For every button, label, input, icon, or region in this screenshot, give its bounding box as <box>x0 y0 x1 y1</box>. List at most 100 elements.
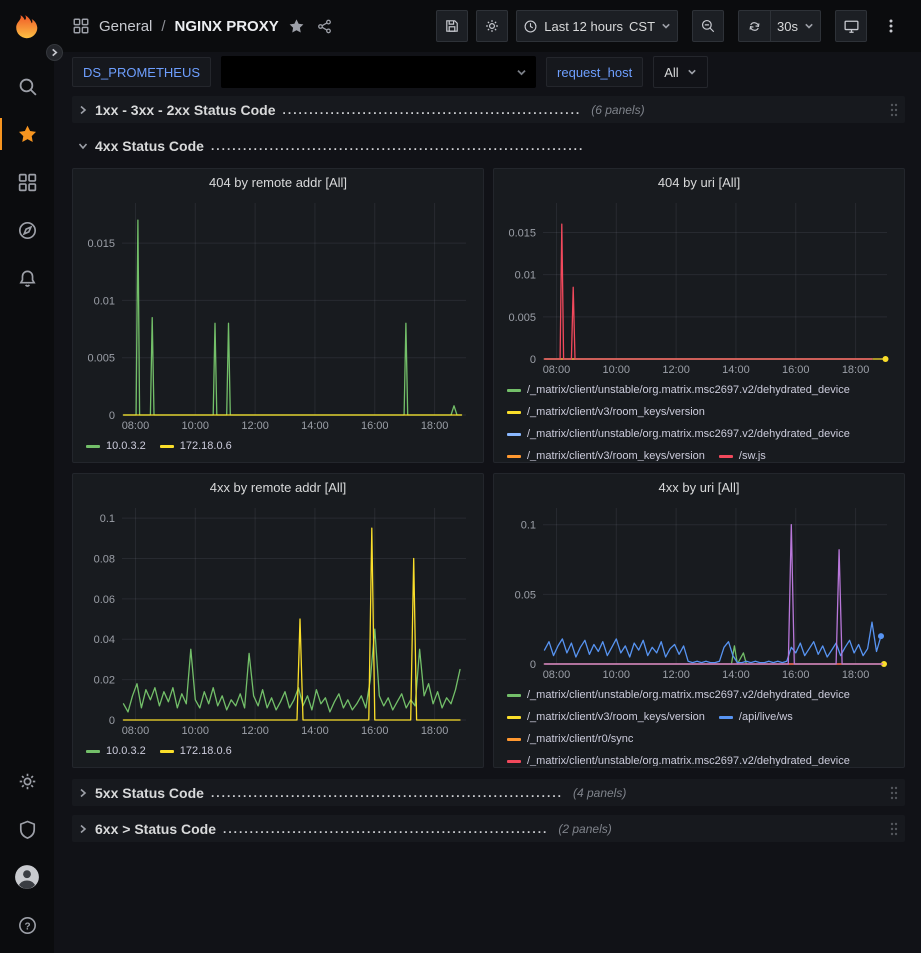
panel-title[interactable]: 404 by remote addr [All] <box>209 171 347 195</box>
svg-text:10:00: 10:00 <box>182 725 210 737</box>
dashboard-row-4xx[interactable]: 4xx Status Code ........................… <box>72 132 905 159</box>
row-title: 6xx > Status Code <box>95 821 216 837</box>
svg-text:12:00: 12:00 <box>662 364 690 376</box>
variable-datasource-value[interactable] <box>221 56 536 88</box>
sidebar-item-server-admin[interactable] <box>0 805 54 853</box>
svg-text:0.015: 0.015 <box>87 238 115 250</box>
variables-bar: DS_PROMETHEUS request_host All <box>54 52 921 92</box>
legend-item[interactable]: 10.0.3.2 <box>86 740 146 762</box>
legend-swatch <box>507 455 521 458</box>
legend-item[interactable]: /sw.js <box>719 445 766 461</box>
variable-datasource-label[interactable]: DS_PROMETHEUS <box>72 57 211 87</box>
sidebar-item-dashboards[interactable] <box>0 158 54 206</box>
svg-text:0: 0 <box>530 659 536 671</box>
svg-text:14:00: 14:00 <box>722 669 750 681</box>
svg-text:12:00: 12:00 <box>241 725 269 737</box>
legend-item[interactable]: /_matrix/client/unstable/org.matrix.msc2… <box>507 750 850 766</box>
avatar <box>14 864 40 890</box>
svg-text:12:00: 12:00 <box>241 420 269 432</box>
legend-item[interactable]: /_matrix/client/v3/room_keys/version <box>507 401 705 423</box>
variable-request-host-value-text: All <box>664 65 678 80</box>
svg-text:18:00: 18:00 <box>842 364 870 376</box>
favorite-star-icon[interactable] <box>288 18 305 35</box>
svg-text:18:00: 18:00 <box>842 669 870 681</box>
dashboard-row-1xx-3xx-2xx[interactable]: 1xx - 3xx - 2xx Status Code ............… <box>72 96 905 123</box>
row-drag-handle[interactable] <box>889 785 899 801</box>
save-dashboard-button[interactable] <box>436 10 468 42</box>
legend-label: /_matrix/client/unstable/org.matrix.msc2… <box>527 755 850 766</box>
panel-404-by-uri: 404 by uri [All] 08:0010:0012:0014:0016:… <box>493 168 905 463</box>
share-icon[interactable] <box>316 18 333 35</box>
svg-text:08:00: 08:00 <box>543 669 571 681</box>
chart-legend: 10.0.3.2 172.18.0.6 <box>80 433 476 460</box>
sidebar-item-configuration[interactable] <box>0 757 54 805</box>
chevron-right-icon <box>50 48 59 57</box>
tv-icon <box>843 18 860 35</box>
sidebar-item-starred[interactable] <box>0 110 54 158</box>
legend-item[interactable]: /api/live/ws <box>719 706 793 728</box>
legend-label: /_matrix/client/r0/sync <box>527 733 633 745</box>
sidebar-item-profile[interactable] <box>0 853 54 901</box>
legend-item[interactable]: /_matrix/client/r0/sync <box>507 728 633 750</box>
cycle-view-mode-button[interactable] <box>835 10 867 42</box>
dashboard-row-6xx[interactable]: 6xx > Status Code ......................… <box>72 815 905 842</box>
svg-text:0.01: 0.01 <box>94 295 115 307</box>
dashboards-icon <box>17 172 38 193</box>
gear-icon <box>484 18 500 34</box>
help-icon: ? <box>17 915 38 936</box>
grafana-logo[interactable] <box>0 0 54 52</box>
variable-request-host-value[interactable]: All <box>653 56 707 88</box>
bell-icon <box>17 268 38 289</box>
row-drag-handle[interactable] <box>889 821 899 837</box>
legend-item[interactable]: /_matrix/client/v3/room_keys/version <box>507 706 705 728</box>
svg-text:0.06: 0.06 <box>94 594 115 606</box>
zoom-out-button[interactable] <box>692 10 724 42</box>
svg-text:0: 0 <box>530 354 536 366</box>
chevron-down-icon <box>804 21 814 31</box>
panel-title[interactable]: 404 by uri [All] <box>658 171 740 195</box>
compass-icon <box>17 220 38 241</box>
timezone-label: CST <box>629 19 655 34</box>
dashboard-settings-button[interactable] <box>476 10 508 42</box>
top-navbar: General / NGINX PROXY <box>54 0 921 52</box>
sidebar-bottom: ? <box>0 757 54 953</box>
sidebar-item-alerting[interactable] <box>0 254 54 302</box>
legend-item[interactable]: 10.0.3.2 <box>86 435 146 457</box>
sidebar-item-explore[interactable] <box>0 206 54 254</box>
legend-label: /_matrix/client/unstable/org.matrix.msc2… <box>527 428 850 440</box>
time-range-picker[interactable]: Last 12 hours CST <box>516 10 678 42</box>
legend-swatch <box>86 750 100 753</box>
svg-text:14:00: 14:00 <box>301 725 329 737</box>
chart-plot: 08:0010:0012:0014:0016:0018:0000.050.1 <box>501 500 897 682</box>
legend-label: 10.0.3.2 <box>106 440 146 452</box>
panel-title[interactable]: 4xx by remote addr [All] <box>210 476 347 500</box>
legend-item[interactable]: 172.18.0.6 <box>160 435 232 457</box>
more-options-button[interactable] <box>875 10 907 42</box>
refresh-interval-dropdown[interactable]: 30s <box>770 10 821 42</box>
toolbar-actions: Last 12 hours CST 30s <box>436 10 907 42</box>
legend-item[interactable]: /_matrix/client/unstable/org.matrix.msc2… <box>507 684 850 706</box>
row-dots: ........................................… <box>283 103 582 117</box>
refresh-button[interactable] <box>738 10 770 42</box>
legend-item[interactable]: /_matrix/client/unstable/org.matrix.msc2… <box>507 379 850 401</box>
panel-title[interactable]: 4xx by uri [All] <box>659 476 740 500</box>
sidebar-item-search[interactable] <box>0 62 54 110</box>
legend-item[interactable]: /_matrix/client/v3/room_keys/version <box>507 445 705 461</box>
variable-request-host-label[interactable]: request_host <box>546 57 643 87</box>
legend-item[interactable]: 172.18.0.6 <box>160 740 232 762</box>
legend-label: /api/live/ws <box>739 711 793 723</box>
dashboard-row-5xx[interactable]: 5xx Status Code ........................… <box>72 779 905 806</box>
dashboard-title[interactable]: NGINX PROXY <box>175 18 279 35</box>
sidebar-item-help[interactable]: ? <box>0 901 54 949</box>
clock-icon <box>523 19 538 34</box>
legend-item[interactable]: /_matrix/client/unstable/org.matrix.msc2… <box>507 423 850 445</box>
sidebar-expand-button[interactable] <box>46 44 63 61</box>
row-title: 5xx Status Code <box>95 785 204 801</box>
row-dots: ........................................… <box>223 822 548 836</box>
zoom-out-icon <box>700 18 716 34</box>
breadcrumb: General / NGINX PROXY <box>72 17 333 35</box>
row-drag-handle[interactable] <box>889 102 899 118</box>
chevron-down-icon <box>78 141 88 151</box>
breadcrumb-section[interactable]: General <box>99 18 152 35</box>
svg-text:0.1: 0.1 <box>100 513 115 525</box>
